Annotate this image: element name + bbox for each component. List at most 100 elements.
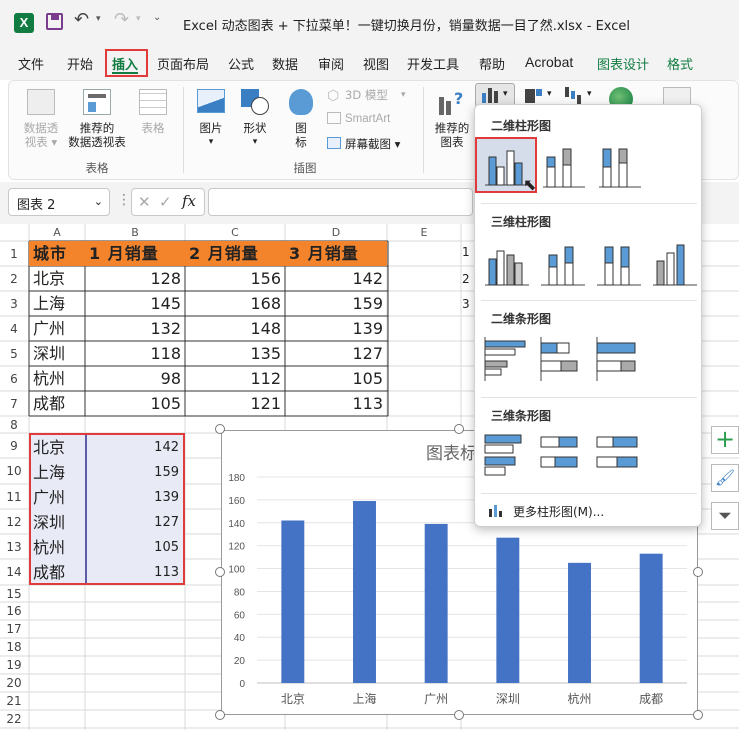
shapes-label[interactable]: 形状 (239, 121, 271, 135)
screenshot-label[interactable]: 屏幕截图 ▾ (345, 137, 400, 151)
table-value-cell[interactable]: 159 (285, 291, 387, 316)
icons-label-1[interactable]: 图 (291, 121, 311, 135)
pictures-dropdown-icon[interactable]: ▾ (205, 135, 217, 149)
helper-value-cell[interactable]: 139 (87, 485, 183, 510)
table-value-cell[interactable]: 112 (185, 366, 285, 391)
row-header-6[interactable]: 6 (0, 372, 28, 386)
menu-home[interactable]: 开始 (67, 54, 93, 73)
table-value-cell[interactable]: 132 (85, 316, 185, 341)
formula-bar-more-icon[interactable]: ⋮ (117, 192, 131, 208)
menu-data[interactable]: 数据 (272, 54, 298, 73)
menu-page-layout[interactable]: 页面布局 (157, 54, 209, 73)
3d-100-stacked-column-option[interactable] (595, 237, 643, 289)
table-value-cell[interactable]: 145 (85, 291, 185, 316)
recommended-pivot-label-1[interactable]: 推荐的 (71, 121, 123, 135)
undo-icon[interactable]: ↶ (74, 9, 89, 30)
chart-handle-br[interactable] (693, 710, 703, 720)
chart-handle-tm[interactable] (454, 424, 464, 434)
helper-city-cell[interactable]: 成都 (33, 560, 65, 585)
helper-value-cell[interactable]: 105 (87, 535, 183, 560)
row-header-10[interactable]: 10 (0, 464, 28, 478)
table-value-cell[interactable]: 156 (185, 266, 285, 291)
chart-bar-2[interactable] (353, 501, 376, 683)
row-header-20[interactable]: 20 (0, 676, 28, 690)
3d-100-stacked-bar-option[interactable] (593, 431, 643, 479)
helper-city-cell[interactable]: 上海 (33, 460, 65, 485)
chart-handle-ml[interactable] (215, 567, 225, 577)
row-header-8[interactable]: 8 (0, 418, 28, 432)
table-value-cell[interactable]: 148 (185, 316, 285, 341)
col-header-c[interactable]: C (185, 226, 285, 242)
col-header-e[interactable]: E (387, 226, 461, 242)
chart-handle-mr[interactable] (693, 567, 703, 577)
icons-label-2[interactable]: 标 (291, 135, 311, 149)
col-header-a[interactable]: A (29, 226, 85, 242)
chart-bar-1[interactable] (281, 520, 305, 683)
row-header-12[interactable]: 12 (0, 515, 28, 529)
row-header-1[interactable]: 1 (0, 247, 28, 261)
row-header-15[interactable]: 15 (0, 587, 28, 601)
enter-icon[interactable]: ✓ (159, 193, 172, 211)
table-city-cell[interactable]: 北京 (29, 266, 85, 291)
row-header-5[interactable]: 5 (0, 347, 28, 361)
menu-help[interactable]: 帮助 (479, 54, 505, 73)
shapes-dropdown-icon[interactable]: ▾ (249, 135, 261, 149)
more-column-charts-link[interactable]: 更多柱形图(M)... (513, 503, 604, 520)
menu-file[interactable]: 文件 (18, 54, 44, 73)
table-city-cell[interactable]: 成都 (29, 391, 85, 416)
chart-styles-button[interactable]: 🖌 (711, 464, 739, 492)
redo-dropdown-icon[interactable]: ▾ (136, 14, 141, 24)
helper-city-cell[interactable]: 杭州 (33, 535, 65, 560)
clustered-bar-option[interactable] (481, 335, 531, 383)
table-city-cell[interactable]: 深圳 (29, 341, 85, 366)
table-label[interactable]: 表格 (135, 121, 171, 135)
menu-acrobat[interactable]: Acrobat (525, 54, 573, 70)
header-city[interactable]: 城市 (29, 241, 85, 266)
row-header-4[interactable]: 4 (0, 322, 28, 336)
row-header-16[interactable]: 16 (0, 604, 28, 618)
row-header-2[interactable]: 2 (0, 272, 28, 286)
row-header-17[interactable]: 17 (0, 622, 28, 636)
insert-function-icon[interactable]: fx (182, 192, 196, 210)
3d-clustered-column-option[interactable] (483, 237, 531, 289)
chart-handle-bm[interactable] (454, 710, 464, 720)
chart-elements-button[interactable]: + (711, 426, 739, 454)
100-stacked-column-option[interactable] (595, 139, 645, 191)
stacked-bar-option[interactable] (537, 335, 587, 383)
pivot-table-label-1[interactable]: 数据透 (21, 121, 61, 135)
menu-format[interactable]: 格式 (667, 54, 693, 73)
chart-bar-5[interactable] (568, 562, 591, 683)
helper-value-cell[interactable]: 159 (87, 460, 183, 485)
row-header-13[interactable]: 13 (0, 540, 28, 554)
3d-clustered-bar-option[interactable] (481, 431, 531, 479)
recommended-charts-label-1[interactable]: 推荐的 (427, 121, 477, 135)
recommended-pivot-label-2[interactable]: 数据透视表 (65, 135, 129, 149)
table-value-cell[interactable]: 98 (85, 366, 185, 391)
row-header-22[interactable]: 22 (0, 712, 28, 726)
table-value-cell[interactable]: 118 (85, 341, 185, 366)
chart-handle-tl[interactable] (215, 424, 225, 434)
menu-review[interactable]: 审阅 (318, 54, 344, 73)
table-value-cell[interactable]: 121 (185, 391, 285, 416)
name-box[interactable]: 图表 2 ⌄ (8, 188, 110, 216)
row-header-7[interactable]: 7 (0, 397, 28, 411)
undo-dropdown-icon[interactable]: ▾ (96, 14, 101, 24)
row-header-21[interactable]: 21 (0, 694, 28, 708)
chart-bar-6[interactable] (639, 553, 663, 683)
menu-formulas[interactable]: 公式 (228, 54, 254, 73)
row-header-19[interactable]: 19 (0, 658, 28, 672)
helper-value-cell[interactable]: 127 (87, 510, 183, 535)
row-header-11[interactable]: 11 (0, 490, 28, 504)
row-header-9[interactable]: 9 (0, 439, 28, 453)
table-value-cell[interactable]: 128 (85, 266, 185, 291)
pictures-label[interactable]: 图片 (195, 121, 227, 135)
row-header-14[interactable]: 14 (0, 565, 28, 579)
chart-bar-4[interactable] (496, 537, 520, 683)
chart-handle-bl[interactable] (215, 710, 225, 720)
formula-input[interactable] (208, 188, 473, 216)
save-icon[interactable] (46, 13, 63, 30)
table-city-cell[interactable]: 广州 (29, 316, 85, 341)
row-header-18[interactable]: 18 (0, 640, 28, 654)
table-value-cell[interactable]: 168 (185, 291, 285, 316)
stacked-column-option[interactable] (539, 139, 589, 191)
